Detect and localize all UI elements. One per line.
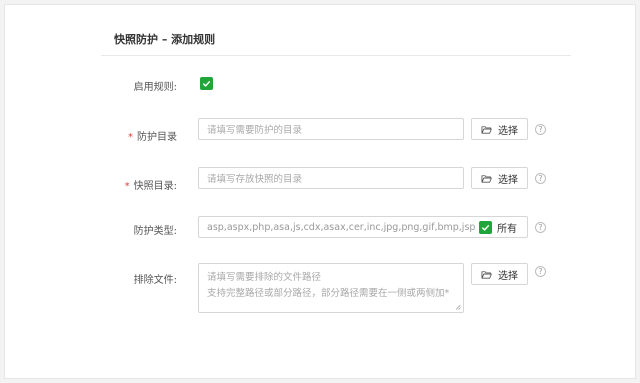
- help-glyph: ?: [538, 173, 543, 183]
- enable-rule-checkbox[interactable]: [200, 77, 213, 90]
- folder-open-icon: [481, 270, 492, 279]
- snapshot-dir-label: * 快照目录:: [77, 177, 177, 192]
- exclude-files-help-icon[interactable]: ?: [535, 266, 546, 277]
- snapshot-dir-select-button[interactable]: 选择: [471, 167, 528, 189]
- exclude-files-label: 排除文件:: [77, 271, 177, 286]
- protect-type-label: 防护类型:: [77, 222, 177, 237]
- exclude-files-placeholder-line1: 请填写需要排除的文件路径: [207, 272, 322, 283]
- protect-dir-help-icon[interactable]: ?: [535, 124, 546, 135]
- required-asterisk: *: [128, 132, 133, 143]
- exclude-files-select-label: 选择: [498, 270, 518, 282]
- exclude-files-textarea[interactable]: 请填写需要排除的文件路径 支持完整路径或部分路径，部分路径需要在一侧或两侧加*: [198, 263, 464, 313]
- protect-dir-select-button[interactable]: 选择: [471, 118, 528, 140]
- snapshot-dir-placeholder: 请填写存放快照的目录: [207, 174, 303, 185]
- exclude-files-placeholder-line2: 支持完整路径或部分路径，部分路径需要在一侧或两侧加*: [207, 288, 450, 299]
- help-glyph: ?: [538, 266, 543, 276]
- exclude-files-select-button[interactable]: 选择: [471, 263, 528, 285]
- snapshot-dir-select-label: 选择: [498, 174, 518, 186]
- help-glyph: ?: [538, 222, 543, 232]
- check-icon: [481, 224, 490, 231]
- dialog-panel: 快照防护 – 添加规则 启用规则: * 防护目录 请填写需要防护的目录 选择 ? …: [4, 4, 636, 379]
- folder-open-icon: [481, 174, 492, 183]
- protect-dir-label: * 防护目录: [77, 128, 177, 143]
- required-asterisk: *: [124, 181, 130, 192]
- protect-type-all-checkbox[interactable]: [479, 220, 492, 234]
- help-glyph: ?: [538, 124, 543, 134]
- check-icon: [202, 80, 211, 87]
- protect-type-label-text: 防护类型:: [133, 226, 177, 237]
- dialog-title: 快照防护 – 添加规则: [114, 33, 216, 46]
- title-divider: [101, 55, 571, 56]
- snapshot-dir-help-icon[interactable]: ?: [535, 173, 546, 184]
- folder-open-icon: [481, 125, 492, 134]
- protect-type-all-label: 所有: [497, 223, 517, 235]
- protect-dir-placeholder: 请填写需要防护的目录: [207, 125, 303, 136]
- enable-rule-label-text: 启用规则:: [133, 82, 177, 93]
- protect-dir-select-label: 选择: [498, 125, 518, 137]
- snapshot-dir-input[interactable]: 请填写存放快照的目录: [198, 167, 464, 189]
- protect-type-value: asp,aspx,php,asa,js,cdx,asax,cer,inc,jpg…: [207, 221, 476, 233]
- protect-dir-input[interactable]: 请填写需要防护的目录: [198, 118, 464, 140]
- enable-rule-label: 启用规则:: [77, 78, 177, 93]
- exclude-files-label-text: 排除文件:: [133, 275, 177, 286]
- protect-type-all-option[interactable]: 所有: [479, 216, 517, 238]
- snapshot-dir-label-text: 快照目录:: [133, 181, 177, 192]
- resize-grip-icon[interactable]: [455, 304, 461, 310]
- protect-type-help-icon[interactable]: ?: [535, 222, 546, 233]
- protect-dir-label-text: 防护目录: [137, 132, 177, 143]
